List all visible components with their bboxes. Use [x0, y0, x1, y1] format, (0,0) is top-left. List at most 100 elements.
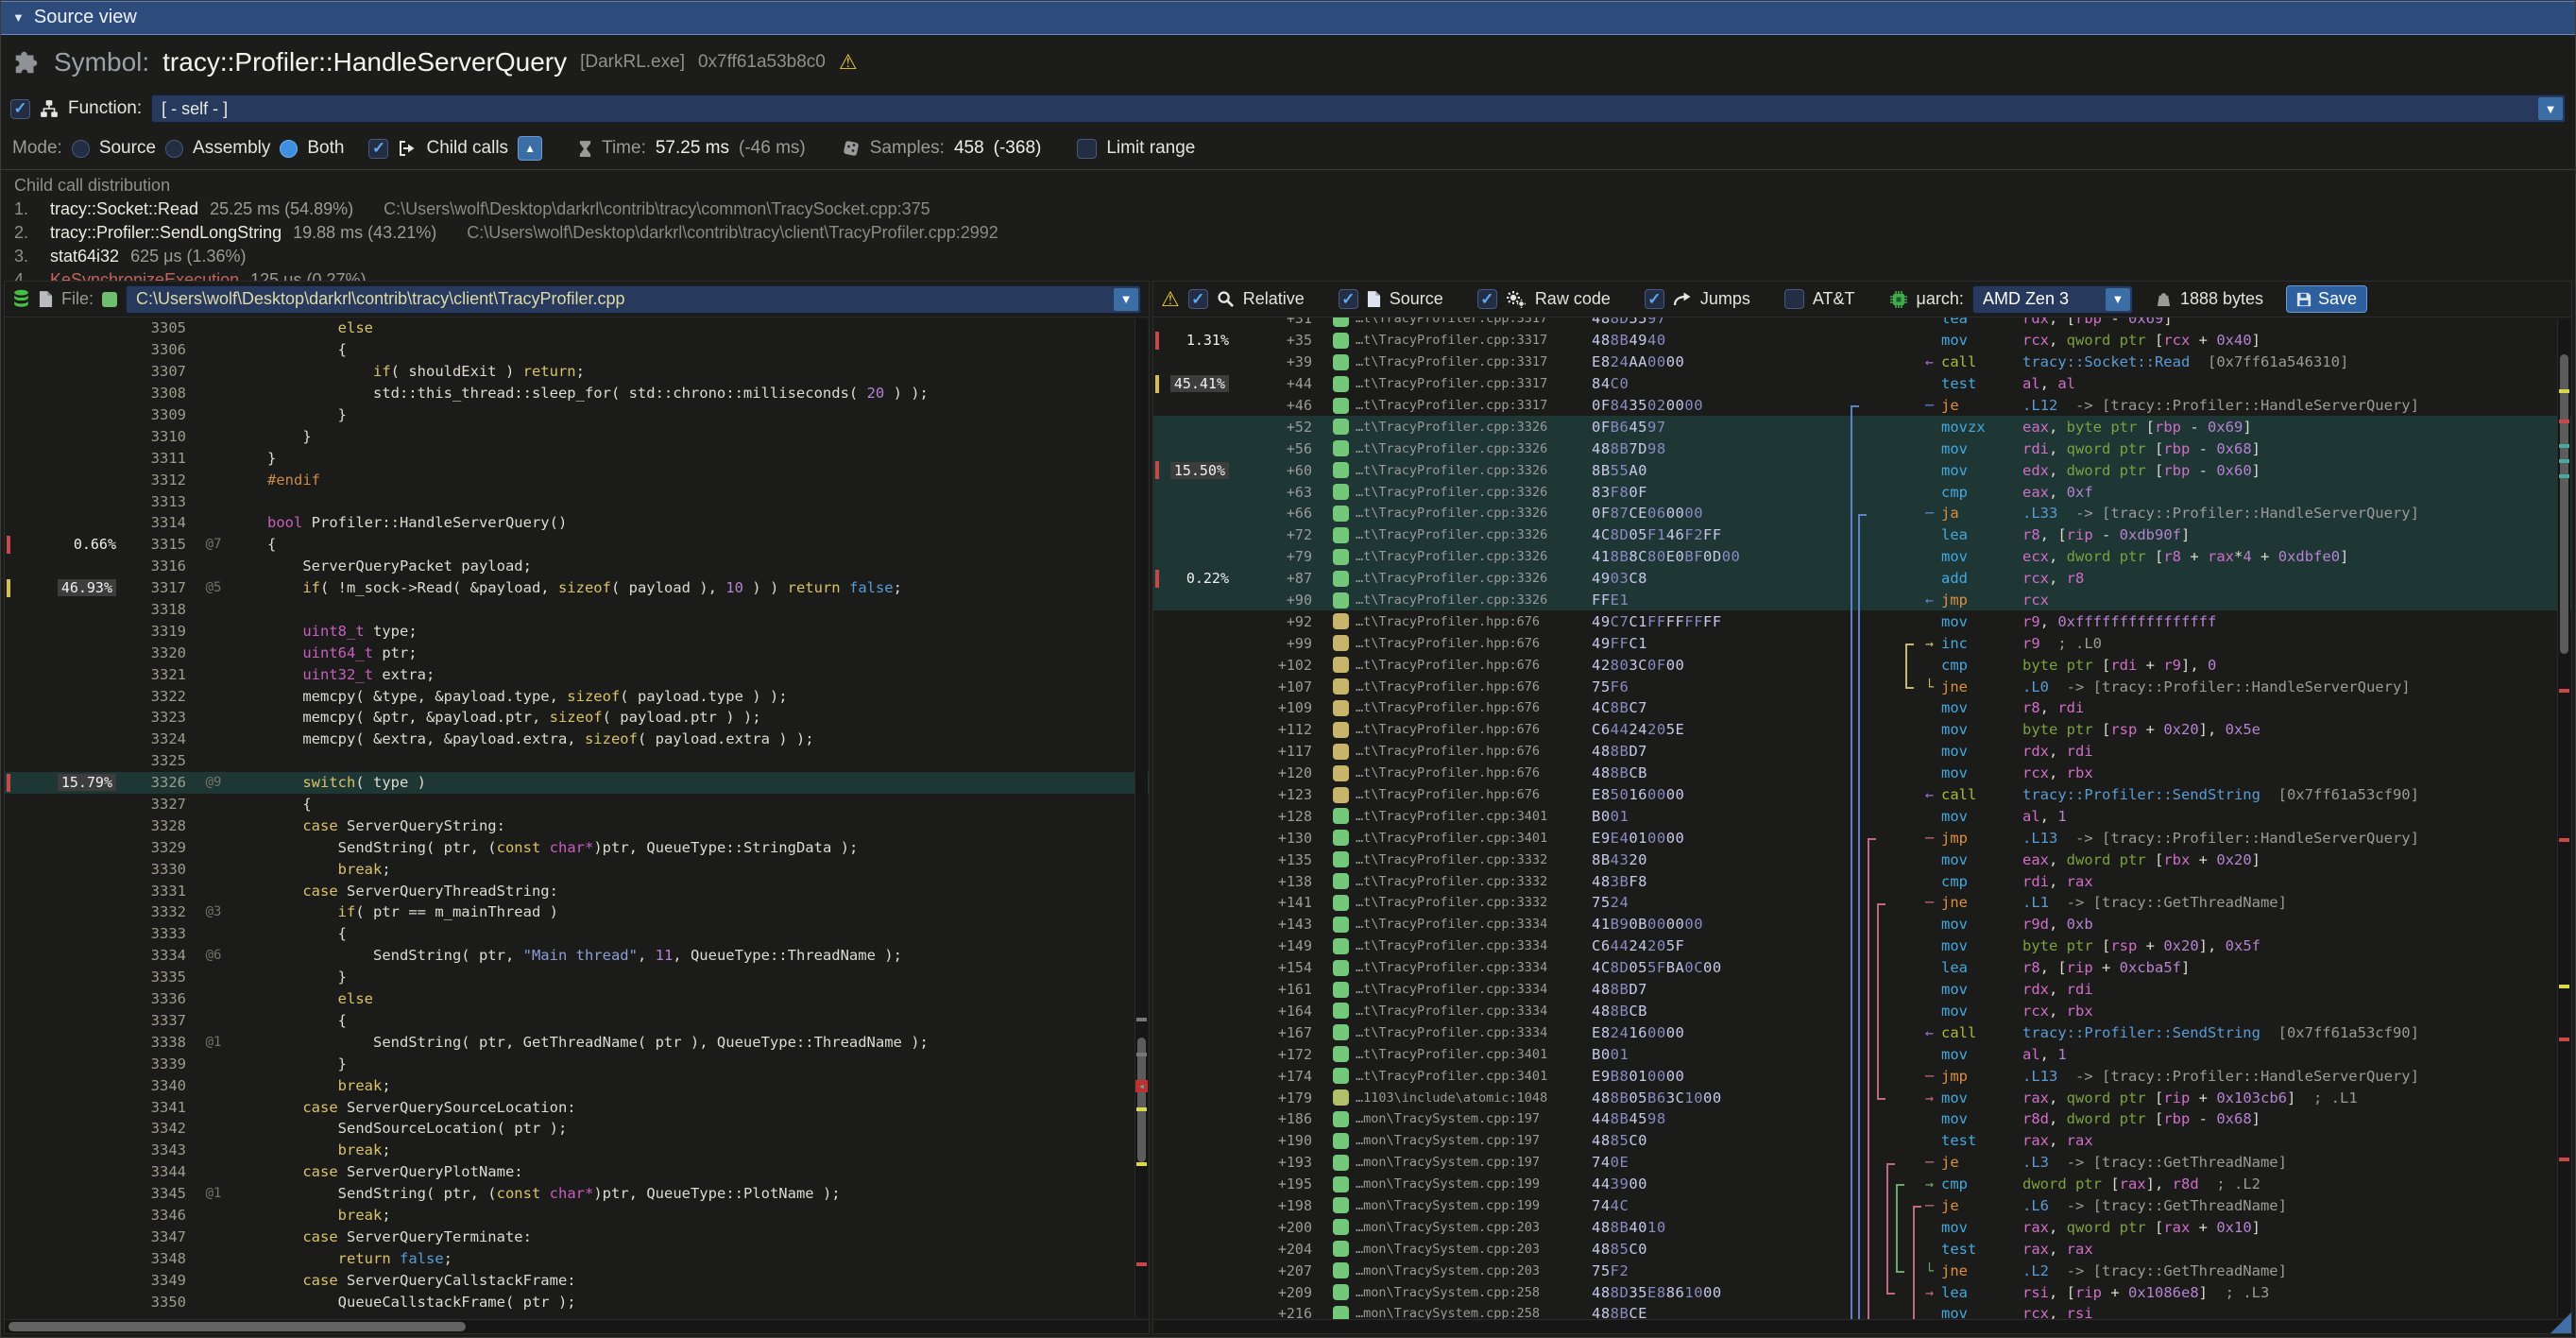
- source-row[interactable]: 3334@6 SendString( ptr, "Main thread", 1…: [5, 945, 1149, 967]
- assembly-row[interactable]: +63…t\TracyProfiler.cpp:332683F80Fcmpeax…: [1153, 481, 2571, 503]
- source-row[interactable]: 3308 std::this_thread::sleep_for( std::c…: [5, 383, 1149, 404]
- source-row[interactable]: 3309 }: [5, 404, 1149, 426]
- jumps-checkbox[interactable]: ✓: [1645, 289, 1664, 309]
- chevron-down-icon[interactable]: ▼: [1114, 288, 1138, 311]
- assembly-row[interactable]: +123…t\TracyProfiler.hpp:676E850160000←c…: [1153, 784, 2571, 806]
- uarch-combo[interactable]: AMD Zen 3 ▼: [1972, 285, 2133, 314]
- source-row[interactable]: 3325: [5, 750, 1149, 772]
- child-call-row[interactable]: 2.tracy::Profiler::SendLongString19.88 m…: [14, 221, 2562, 245]
- resize-grip-icon[interactable]: [2550, 1312, 2571, 1333]
- assembly-row[interactable]: +109…t\TracyProfiler.hpp:6764C8BC7movr8,…: [1153, 697, 2571, 719]
- assembly-row[interactable]: +200…mon\TracySystem.cpp:203488B4010movr…: [1153, 1216, 2571, 1238]
- assembly-row[interactable]: +107…t\TracyProfiler.hpp:67675F6└jne.L0 …: [1153, 676, 2571, 697]
- assembly-row[interactable]: +120…t\TracyProfiler.hpp:676488BCBmovrcx…: [1153, 763, 2571, 784]
- source-row[interactable]: 3314bool Profiler::HandleServerQuery(): [5, 512, 1149, 534]
- source-row[interactable]: 3327 {: [5, 794, 1149, 815]
- source-row[interactable]: 3350 QueueCallstackFrame( ptr );: [5, 1291, 1149, 1312]
- collapse-triangle-icon[interactable]: ▼: [12, 10, 25, 25]
- assembly-row[interactable]: +102…t\TracyProfiler.hpp:67642803C0F00cm…: [1153, 654, 2571, 676]
- assembly-row[interactable]: +207…mon\TracySystem.cpp:20375F2└jne.L2 …: [1153, 1260, 2571, 1281]
- source-row[interactable]: 3330 break;: [5, 858, 1149, 880]
- source-row[interactable]: 3310 }: [5, 425, 1149, 447]
- file-combo[interactable]: C:\Users\wolf\Desktop\darkrl\contrib\tra…: [126, 285, 1141, 314]
- source-row[interactable]: 3342 SendSourceLocation( ptr );: [5, 1118, 1149, 1140]
- assembly-row[interactable]: +99…t\TracyProfiler.hpp:67649FFC1→incr9 …: [1153, 632, 2571, 654]
- source-row[interactable]: 3347 case ServerQueryTerminate:: [5, 1226, 1149, 1247]
- assembly-row[interactable]: +52…t\TracyProfiler.cpp:33260FB64597movz…: [1153, 416, 2571, 437]
- source-row[interactable]: 3321 uint32_t extra;: [5, 663, 1149, 685]
- assembly-row[interactable]: +90…t\TracyProfiler.cpp:3326FFE1←jmprcx: [1153, 590, 2571, 611]
- assembly-row[interactable]: +172…t\TracyProfiler.cpp:3401B001moval, …: [1153, 1043, 2571, 1065]
- source-row[interactable]: 3316 ServerQueryPacket payload;: [5, 556, 1149, 577]
- source-row[interactable]: 3336 else: [5, 988, 1149, 1010]
- source-vertical-scrollbar[interactable]: ◂: [1134, 319, 1148, 1317]
- source-row[interactable]: 3313: [5, 490, 1149, 512]
- source-row[interactable]: 3332@3 if( ptr == m_mainThread ): [5, 901, 1149, 923]
- source-row[interactable]: 3307 if( shouldExit ) return;: [5, 361, 1149, 383]
- assembly-row[interactable]: +216…mon\TracySystem.cpp:258488BCEmovrcx…: [1153, 1303, 2571, 1319]
- assembly-row[interactable]: +186…mon\TracySystem.cpp:197448B4598movr…: [1153, 1108, 2571, 1130]
- assembly-row[interactable]: +112…t\TracyProfiler.hpp:676C64424205Emo…: [1153, 719, 2571, 741]
- child-call-row[interactable]: 3.stat64i32625 μs (1.36%): [14, 245, 2562, 268]
- source-row[interactable]: 3319 uint8_t type;: [5, 620, 1149, 642]
- chevron-down-icon[interactable]: ▼: [2538, 97, 2563, 120]
- assembly-row[interactable]: +46…t\TracyProfiler.cpp:33170F8435020000…: [1153, 395, 2571, 417]
- title-bar[interactable]: ▼ Source view: [1, 1, 2575, 35]
- source-row[interactable]: 3323 memcpy( &ptr, &payload.ptr, sizeof(…: [5, 707, 1149, 729]
- assembly-row[interactable]: +167…t\TracyProfiler.cpp:3334E824160000←…: [1153, 1021, 2571, 1043]
- source-row[interactable]: 3331 case ServerQueryThreadString:: [5, 880, 1149, 901]
- assembly-row[interactable]: +198…mon\TracySystem.cpp:199744C─je.L6 -…: [1153, 1195, 2571, 1217]
- chevron-down-icon[interactable]: ▼: [2106, 288, 2130, 311]
- child-calls-checkbox[interactable]: ✓: [368, 139, 388, 159]
- assembly-row[interactable]: +128…t\TracyProfiler.cpp:3401B001moval, …: [1153, 805, 2571, 827]
- assembly-row[interactable]: +161…t\TracyProfiler.cpp:3334488BD7movrd…: [1153, 979, 2571, 1001]
- radio-source[interactable]: [72, 140, 90, 158]
- raw-code-checkbox[interactable]: ✓: [1477, 289, 1497, 309]
- radio-assembly[interactable]: [165, 140, 183, 158]
- source-row[interactable]: 3346 break;: [5, 1205, 1149, 1226]
- assembly-row[interactable]: +143…t\TracyProfiler.cpp:333441B90B00000…: [1153, 914, 2571, 935]
- assembly-row[interactable]: +92…t\TracyProfiler.hpp:67649C7C1FFFFFFF…: [1153, 610, 2571, 632]
- source-row[interactable]: 3349 case ServerQueryCallstackFrame:: [5, 1269, 1149, 1291]
- assembly-row[interactable]: +31…t\TracyProfiler.cpp:3317488D5597lear…: [1153, 317, 2571, 330]
- radio-both[interactable]: [280, 140, 298, 158]
- source-row[interactable]: 3344 case ServerQueryPlotName:: [5, 1161, 1149, 1183]
- source-row[interactable]: 3324 memcpy( &extra, &payload.extra, siz…: [5, 729, 1149, 750]
- source-row[interactable]: 3340 break;: [5, 1074, 1149, 1096]
- source-code-view[interactable]: 3305 else3306 {3307 if( shouldExit ) ret…: [5, 317, 1149, 1319]
- source-row[interactable]: 3322 memcpy( &type, &payload.type, sizeo…: [5, 685, 1149, 707]
- assembly-row[interactable]: +72…t\TracyProfiler.cpp:33264C8D05F146F2…: [1153, 524, 2571, 546]
- limit-range-checkbox[interactable]: [1077, 139, 1097, 159]
- assembly-row[interactable]: +204…mon\TracySystem.cpp:2034885C0testra…: [1153, 1238, 2571, 1260]
- assembly-row[interactable]: +149…t\TracyProfiler.cpp:3334C64424205Fm…: [1153, 935, 2571, 957]
- att-checkbox[interactable]: [1784, 289, 1804, 309]
- source-row[interactable]: 3335 }: [5, 967, 1149, 988]
- source-row[interactable]: 3345@1 SendString( ptr, (const char*)ptr…: [5, 1183, 1149, 1205]
- relative-checkbox[interactable]: ✓: [1188, 289, 1208, 309]
- child-call-row[interactable]: 4.KeSynchronizeExecution125 μs (0.27%): [14, 268, 2562, 281]
- source-row[interactable]: 3341 case ServerQuerySourceLocation:: [5, 1096, 1149, 1118]
- assembly-row[interactable]: +174…t\TracyProfiler.cpp:3401E9B8010000─…: [1153, 1065, 2571, 1087]
- source-row[interactable]: 0.66%3315@7{: [5, 534, 1149, 556]
- function-checkbox[interactable]: ✓: [10, 99, 30, 119]
- scroll-grip-icon[interactable]: ◂: [1135, 1080, 1148, 1092]
- function-combo[interactable]: [ - self - ] ▼: [151, 94, 2566, 123]
- source-horizontal-scrollbar[interactable]: [5, 1319, 1149, 1333]
- source-row[interactable]: 3328 case ServerQueryString:: [5, 815, 1149, 836]
- assembly-row[interactable]: +154…t\TracyProfiler.cpp:33344C8D055FBA0…: [1153, 957, 2571, 979]
- assembly-row[interactable]: +39…t\TracyProfiler.cpp:3317E824AA0000←c…: [1153, 352, 2571, 373]
- source-row[interactable]: 3305 else: [5, 317, 1149, 339]
- source-row[interactable]: 3320 uint64_t ptr;: [5, 642, 1149, 663]
- source-row[interactable]: 3343 break;: [5, 1140, 1149, 1161]
- assembly-row[interactable]: +141…t\TracyProfiler.cpp:33327524─jne.L1…: [1153, 892, 2571, 914]
- source-row[interactable]: 3333 {: [5, 923, 1149, 945]
- assembly-horizontal-scrollbar[interactable]: [1153, 1319, 2571, 1333]
- assembly-row[interactable]: +164…t\TracyProfiler.cpp:3334488BCBmovrc…: [1153, 1001, 2571, 1022]
- assembly-row[interactable]: +195…mon\TracySystem.cpp:199443900→cmpdw…: [1153, 1174, 2571, 1195]
- assembly-row[interactable]: +56…t\TracyProfiler.cpp:3326488B7D98movr…: [1153, 437, 2571, 459]
- source-row[interactable]: 3339 }: [5, 1053, 1149, 1074]
- source-row[interactable]: 3312#endif: [5, 469, 1149, 490]
- collapse-up-button[interactable]: ▲: [518, 136, 542, 161]
- assembly-row[interactable]: +209…mon\TracySystem.cpp:258488D35E88610…: [1153, 1281, 2571, 1303]
- assembly-row[interactable]: 15.50%+60…t\TracyProfiler.cpp:33268B55A0…: [1153, 459, 2571, 481]
